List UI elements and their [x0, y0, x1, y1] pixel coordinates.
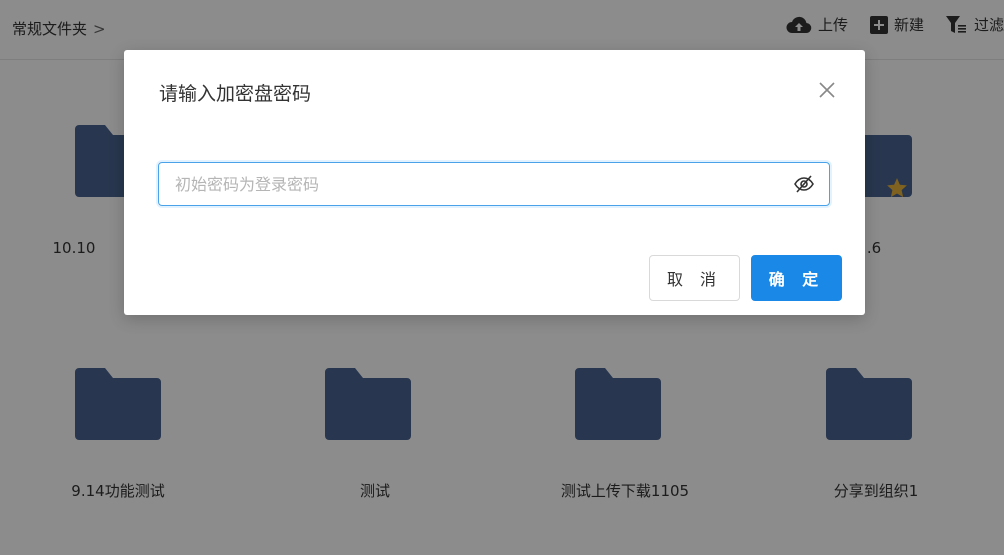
- cancel-button[interactable]: 取 消: [649, 255, 740, 301]
- dialog-title: 请输入加密盘密码: [159, 83, 312, 105]
- close-icon[interactable]: [817, 80, 837, 100]
- password-field[interactable]: [158, 162, 830, 206]
- encrypted-disk-password-dialog: 请输入加密盘密码 取 消 确 定: [124, 50, 865, 315]
- password-input[interactable]: [159, 163, 811, 205]
- confirm-button[interactable]: 确 定: [751, 255, 842, 301]
- eye-off-icon[interactable]: [793, 174, 815, 194]
